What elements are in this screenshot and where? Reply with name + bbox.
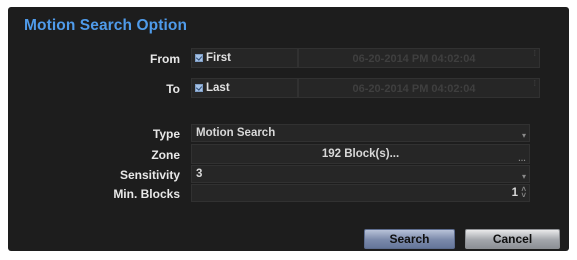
ellipsis-icon: … xyxy=(518,154,526,163)
type-dropdown[interactable]: Motion Search ▾ xyxy=(191,124,530,142)
to-last-checkbox-field[interactable]: Last xyxy=(191,78,298,98)
sensitivity-value: 3 xyxy=(196,168,203,180)
to-datetime-field: 06-20-2014 PM 04:02:04 ⁞ xyxy=(298,78,540,98)
from-first-label: First xyxy=(206,52,231,64)
zone-label: Zone xyxy=(151,148,180,162)
from-label: From xyxy=(150,52,180,66)
to-last-label: Last xyxy=(206,82,230,94)
spinner-arrows-icon[interactable]: ˄ ˅ xyxy=(521,186,526,200)
sensitivity-label: Sensitivity xyxy=(119,168,180,182)
dialog-title: Motion Search Option xyxy=(24,17,188,34)
motion-search-dialog: Motion Search Option From First 06-20-20… xyxy=(8,7,569,251)
checkbox-checked-icon[interactable] xyxy=(195,54,203,62)
dropdown-arrow-icon: ▾ xyxy=(521,131,526,140)
type-value: Motion Search xyxy=(196,127,276,139)
dropdown-arrow-icon: ▾ xyxy=(521,172,526,181)
from-first-checkbox-field[interactable]: First xyxy=(191,48,298,68)
min-blocks-value: 1 xyxy=(511,187,518,199)
from-datetime-value: 06-20-2014 PM 04:02:04 xyxy=(352,53,476,65)
zone-selector-button[interactable]: 192 Block(s)... … xyxy=(191,144,530,164)
cancel-button[interactable]: Cancel xyxy=(465,229,560,249)
spinner-arrows-icon: ⁞ xyxy=(533,49,536,58)
to-datetime-value: 06-20-2014 PM 04:02:04 xyxy=(352,83,476,95)
from-datetime-field: 06-20-2014 PM 04:02:04 ⁞ xyxy=(298,48,540,68)
spinner-arrows-icon: ⁞ xyxy=(533,79,536,88)
to-label: To xyxy=(166,82,180,96)
sensitivity-dropdown[interactable]: 3 ▾ xyxy=(191,165,530,183)
checkbox-checked-icon[interactable] xyxy=(195,84,203,92)
min-blocks-label: Min. Blocks xyxy=(113,187,180,201)
type-label: Type xyxy=(152,127,180,141)
zone-value: 192 Block(s)... xyxy=(321,148,400,160)
min-blocks-spinbox[interactable]: 1 ˄ ˅ xyxy=(191,184,530,202)
search-button[interactable]: Search xyxy=(364,229,455,249)
